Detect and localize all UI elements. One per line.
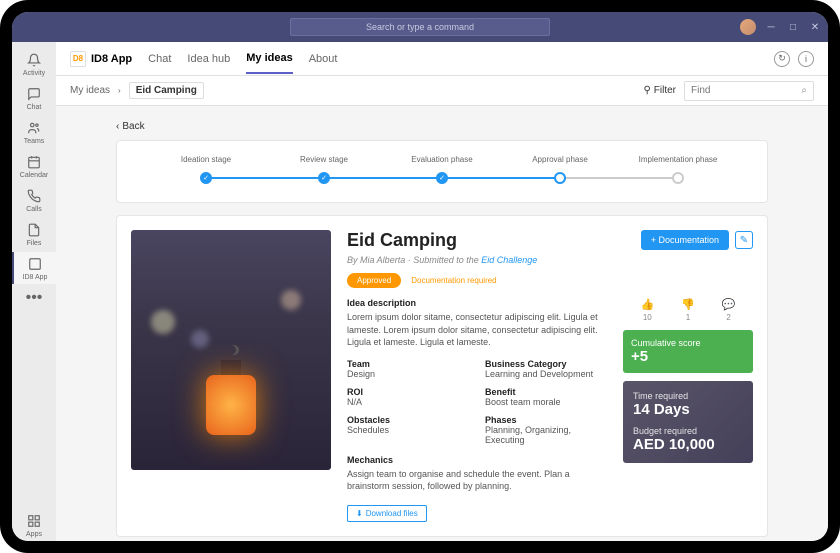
field-obstacles: ObstaclesSchedules — [347, 415, 471, 445]
rail-label: Calendar — [20, 172, 48, 179]
check-icon: ✓ — [200, 172, 212, 184]
filter-button[interactable]: ⚲ Filter — [643, 85, 676, 96]
stage-dot — [554, 172, 566, 184]
score-card: Cumulative score +5 — [623, 330, 753, 373]
tab-chat[interactable]: Chat — [148, 45, 171, 73]
field-team: TeamDesign — [347, 359, 471, 379]
close-icon[interactable]: ✕ — [808, 20, 822, 34]
more-icon: ••• — [25, 289, 43, 307]
idea-meta: By Mia Alberta · Submitted to the Eid Ch… — [347, 255, 753, 265]
thumbs-up-icon: 👍 — [640, 298, 654, 311]
check-icon: ✓ — [436, 172, 448, 184]
find-input[interactable]: ⌕ — [684, 81, 814, 101]
rail-label: ID8 App — [23, 274, 48, 281]
rail-apps[interactable]: Apps — [12, 509, 56, 541]
minimize-icon[interactable]: ─ — [764, 20, 778, 34]
calendar-icon — [25, 153, 43, 171]
stage-tracker: Ideation stage ✓ Review stage ✓ Evaluati… — [116, 140, 768, 203]
status-badge: Approved — [347, 273, 401, 288]
field-roi: ROIN/A — [347, 387, 471, 407]
phone-icon — [25, 187, 43, 205]
comment-button[interactable]: 💬2 — [722, 298, 736, 322]
breadcrumb: My ideas › Eid Camping — [70, 82, 204, 99]
stage-implementation: Implementation phase — [619, 155, 737, 184]
back-link[interactable]: ‹ Back — [116, 121, 145, 132]
rail-label: Activity — [23, 70, 45, 77]
download-files-button[interactable]: ⬇ Download files — [347, 505, 427, 522]
rail-label: Teams — [24, 138, 45, 145]
logo-icon: D8 — [70, 51, 86, 67]
desc-label: Idea description — [347, 298, 609, 308]
tab-idea-hub[interactable]: Idea hub — [187, 45, 230, 73]
mechanics-text: Assign team to organise and schedule the… — [347, 468, 609, 493]
rail-label: Chat — [27, 104, 42, 111]
rail-files[interactable]: Files — [12, 218, 56, 250]
info-icon[interactable]: i — [798, 51, 814, 67]
rail-label: Apps — [26, 531, 42, 538]
mechanics-label: Mechanics — [347, 455, 609, 465]
rail-chat[interactable]: Chat — [12, 82, 56, 114]
download-icon: ⬇ — [356, 509, 363, 518]
stage-evaluation: Evaluation phase ✓ — [383, 155, 501, 184]
crumb-root[interactable]: My ideas — [70, 85, 110, 96]
app-name: ID8 App — [91, 53, 132, 65]
rail-label: Calls — [26, 206, 42, 213]
file-icon — [25, 221, 43, 239]
stage-ideation: Ideation stage ✓ — [147, 155, 265, 184]
command-search[interactable]: Search or type a command — [290, 18, 550, 36]
tab-my-ideas[interactable]: My ideas — [246, 44, 292, 74]
bell-icon — [25, 51, 43, 69]
stage-review: Review stage ✓ — [265, 155, 383, 184]
rail-calls[interactable]: Calls — [12, 184, 56, 216]
idea-title: Eid Camping — [347, 230, 457, 251]
maximize-icon[interactable]: □ — [786, 20, 800, 34]
rail-more[interactable]: ••• — [12, 286, 56, 310]
stage-approval: Approval phase — [501, 155, 619, 184]
id8-icon — [26, 255, 44, 273]
crumb-current: Eid Camping — [129, 82, 204, 99]
thumbs-down-icon: 👎 — [681, 298, 695, 311]
challenge-link[interactable]: Eid Challenge — [481, 255, 537, 265]
rail-activity[interactable]: Activity — [12, 48, 56, 80]
idea-detail-card: Eid Camping + Documentation ✎ By Mia Alb… — [116, 215, 768, 537]
idea-image — [131, 230, 331, 470]
filter-icon: ⚲ — [643, 85, 650, 96]
reactions: 👍10 👎1 💬2 — [623, 298, 753, 322]
user-avatar[interactable] — [740, 19, 756, 35]
rail-label: Files — [27, 240, 42, 247]
check-icon: ✓ — [318, 172, 330, 184]
sub-header: My ideas › Eid Camping ⚲ Filter ⌕ — [56, 76, 828, 106]
app-rail: Activity Chat Teams Calendar Calls Files — [12, 42, 56, 541]
like-button[interactable]: 👍10 — [640, 298, 654, 322]
rail-id8-app[interactable]: ID8 App — [12, 252, 56, 284]
chat-icon — [25, 85, 43, 103]
teams-icon — [25, 119, 43, 137]
field-category: Business CategoryLearning and Developmen… — [485, 359, 609, 379]
field-benefit: BenefitBoost team morale — [485, 387, 609, 407]
find-field[interactable] — [691, 85, 791, 96]
rail-calendar[interactable]: Calendar — [12, 150, 56, 182]
requirements-card: Time required 14 Days Budget required AE… — [623, 381, 753, 463]
edit-icon[interactable]: ✎ — [735, 231, 753, 249]
tab-about[interactable]: About — [309, 45, 338, 73]
desc-text: Lorem ipsum dolor sitame, consectetur ad… — [347, 311, 609, 349]
rail-teams[interactable]: Teams — [12, 116, 56, 148]
dislike-button[interactable]: 👎1 — [681, 298, 695, 322]
app-header: D8 ID8 App Chat Idea hub My ideas About … — [56, 42, 828, 76]
comment-icon: 💬 — [722, 298, 736, 311]
field-phases: PhasesPlanning, Organizing, Executing — [485, 415, 609, 445]
stage-dot — [672, 172, 684, 184]
app-logo: D8 ID8 App — [70, 51, 132, 67]
title-bar: Search or type a command ─ □ ✕ — [12, 12, 828, 42]
doc-required-label: Documentation required — [411, 276, 496, 285]
search-icon: ⌕ — [801, 85, 807, 96]
chevron-right-icon: › — [118, 86, 121, 95]
refresh-icon[interactable]: ↻ — [774, 51, 790, 67]
apps-icon — [25, 512, 43, 530]
documentation-button[interactable]: + Documentation — [641, 230, 729, 250]
chevron-left-icon: ‹ — [116, 121, 119, 132]
